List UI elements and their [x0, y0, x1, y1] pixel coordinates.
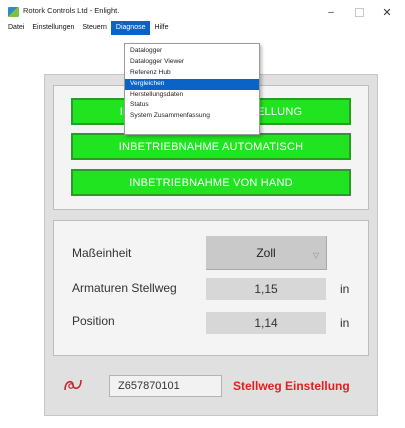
minimize-button[interactable]: – [318, 4, 344, 20]
menu-einstellungen[interactable]: Einstellungen [28, 21, 78, 35]
position-value: 1,14 [206, 312, 326, 334]
commissioning-auto-button[interactable]: INBETRIEBNAHME AUTOMATISCH [71, 133, 351, 160]
app-window: Rotork Controls Ltd - Enlight. – ✕ Datei… [2, 3, 402, 425]
dropdown-item-vergleichen[interactable]: Vergleichen [125, 78, 259, 90]
dropdown-item-referenz-hub[interactable]: Referenz Hub [125, 68, 259, 79]
chevron-down-icon: ▽ [312, 251, 319, 260]
menu-steuern[interactable]: Steuern [78, 21, 111, 35]
settings-section: Maßeinheit Zoll ▽ Armaturen Stellweg 1,1… [53, 220, 369, 356]
menu-bar: Datei Einstellungen Steuern Diagnose Hil… [2, 21, 402, 35]
travel-label: Armaturen Stellweg [72, 281, 177, 295]
dropdown-item-status[interactable]: Status [125, 100, 259, 111]
position-label: Position [72, 314, 115, 328]
close-button[interactable]: ✕ [374, 4, 400, 20]
dropdown-item-datalogger[interactable]: Datalogger [125, 46, 259, 57]
unit-label: Maßeinheit [72, 246, 132, 260]
menu-hilfe[interactable]: Hilfe [150, 21, 172, 35]
dropdown-item-system-zusammenfassung[interactable]: System Zusammenfassung [125, 111, 259, 122]
menu-diagnose[interactable]: Diagnose [110, 21, 151, 35]
serial-number-field: Z657870101 [109, 375, 222, 397]
diagnose-dropdown-menu: Datalogger Datalogger Viewer Referenz Hu… [124, 43, 260, 135]
travel-unit: in [340, 282, 350, 296]
title-bar: Rotork Controls Ltd - Enlight. – ✕ [2, 3, 402, 21]
travel-value: 1,15 [206, 278, 326, 300]
position-unit: in [340, 316, 350, 330]
window-title: Rotork Controls Ltd - Enlight. [23, 6, 120, 15]
status-text: Stellweg Einstellung [233, 379, 350, 393]
menu-datei[interactable]: Datei [2, 21, 28, 35]
status-footer: Z657870101 Stellweg Einstellung [53, 366, 367, 406]
unit-select-value: Zoll [256, 245, 276, 260]
signal-icon [64, 379, 82, 391]
app-logo-icon [8, 7, 19, 17]
dropdown-item-herstellungsdaten[interactable]: Herstellungsdaten [125, 90, 259, 101]
maximize-icon [354, 7, 364, 17]
maximize-button[interactable] [346, 4, 372, 20]
dropdown-item-datalogger-viewer[interactable]: Datalogger Viewer [125, 57, 259, 68]
commissioning-manual-button[interactable]: INBETRIEBNAHME VON HAND [71, 169, 351, 196]
unit-select[interactable]: Zoll ▽ [206, 236, 327, 270]
